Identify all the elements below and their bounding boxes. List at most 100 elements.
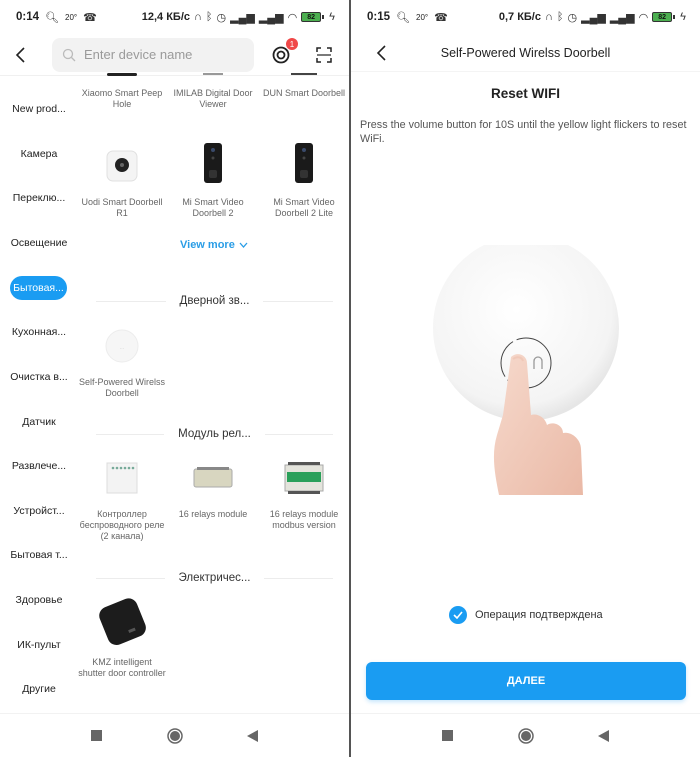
device-item[interactable]: IMILAB Digital Door Viewer (169, 67, 257, 110)
device-name: Контроллер беспроводного реле (2 канала) (79, 509, 165, 541)
search-icon (62, 48, 76, 61)
device-image (94, 595, 150, 651)
section-header: Модуль рел... (96, 426, 334, 442)
section-title: Дверной зв... (179, 295, 250, 307)
circle-icon (517, 727, 534, 744)
sidebar-item-appliances[interactable]: Бытовая т... (4, 543, 74, 567)
search-status-icon: 🔍︎ (396, 11, 410, 24)
recents-button[interactable] (88, 727, 106, 745)
bluetooth-icon: ᛒ (205, 11, 213, 23)
device-item[interactable]: Mi Smart Video Doorbell 2 (169, 137, 257, 219)
device-image (99, 455, 145, 501)
device-item[interactable]: ... Self-Powered Wirelss Doorbell (78, 323, 166, 399)
back-nav-button[interactable] (244, 727, 262, 745)
status-temperature: 20° (416, 12, 429, 22)
charging-icon: ϟ (680, 11, 686, 23)
reset-instructions: Press the volume button for 10S until th… (360, 119, 687, 145)
view-more-button[interactable]: View more (180, 239, 248, 251)
back-nav-button[interactable] (595, 727, 613, 745)
sidebar-item-lighting[interactable]: Освещение (4, 231, 74, 255)
status-bar: 0:14 🔍︎ 20° ☎ 12,4 КБ/с ∩ ᛒ ◷ ▂▄▆ ▂▄▆ ◠ … (0, 0, 349, 34)
status-temperature: 20° (65, 12, 78, 22)
triangle-back-icon (247, 729, 258, 742)
chevron-down-icon (239, 242, 248, 248)
operation-confirmed-checkbox[interactable]: Операция подтверждена (449, 606, 603, 624)
sidebar-item-devices[interactable]: Устройст... (4, 499, 74, 523)
bluetooth-icon: ᛒ (556, 11, 564, 23)
confirm-label: Операция подтверждена (475, 609, 603, 621)
device-name: IMILAB Digital Door Viewer (173, 88, 253, 109)
device-name: Xiaomo Smart Peep Hole (81, 88, 163, 109)
sidebar-item-ir-remote[interactable]: ИК-пульт (4, 633, 74, 657)
wifi-calling-icon: ☎ (434, 11, 448, 24)
sidebar-item-new-products[interactable]: New prod... (4, 97, 74, 121)
check-circle-icon (449, 606, 467, 624)
doorbell-illustration (433, 245, 619, 495)
device-image (99, 143, 145, 189)
device-image (281, 137, 327, 189)
sidebar-item-camera[interactable]: Камера (4, 142, 74, 166)
system-nav-bar (0, 713, 349, 757)
status-bar: 0:15 🔍︎ 20° ☎ 0,7 КБ/с ∩ ᛒ ◷ ▂▄▆ ▂▄▆ ◠ 8… (351, 0, 700, 34)
section-header: Дверной зв... (96, 293, 333, 309)
next-button[interactable]: ДАЛЕЕ (366, 662, 686, 700)
alarm-icon: ◷ (216, 11, 227, 24)
device-name: Self-Powered Wirelss Doorbell (78, 377, 166, 398)
circle-icon (166, 727, 183, 744)
wifi-icon: ◠ (638, 11, 649, 24)
wifi-icon: ◠ (287, 11, 298, 24)
sidebar-item-air-purification[interactable]: Очистка в... (4, 365, 74, 389)
category-sidebar: New prod... Камера Переклю... Освещение … (0, 77, 78, 713)
chevron-left-icon (376, 44, 386, 61)
reset-wifi-heading: Reset WIFI (490, 86, 560, 101)
scan-button[interactable] (312, 43, 336, 67)
signal-icon-2: ▂▄▆ (609, 11, 635, 24)
device-item[interactable]: Xiaomo Smart Peep Hole (78, 67, 166, 110)
sidebar-item-switches[interactable]: Переклю... (4, 186, 74, 210)
device-item[interactable]: Mi Smart Video Doorbell 2 Lite (260, 137, 348, 219)
square-icon (442, 730, 453, 741)
device-name: KMZ intelligent shutter door controller (78, 657, 166, 678)
search-status-icon: 🔍︎ (45, 11, 59, 24)
scan-icon (316, 47, 332, 63)
device-item[interactable]: DUN Smart Doorbell (260, 67, 348, 99)
view-more-label: View more (180, 239, 235, 251)
battery-icon: 82 (301, 12, 325, 22)
search-input[interactable] (84, 47, 244, 62)
device-item[interactable]: 16 relays module modbus version (260, 455, 348, 531)
device-image (190, 455, 236, 501)
sidebar-item-kitchen[interactable]: Кухонная... (4, 320, 74, 344)
notification-button[interactable]: 1 (269, 38, 298, 67)
device-item[interactable]: 16 relays module (169, 455, 257, 520)
recents-button[interactable] (439, 727, 457, 745)
back-button[interactable] (0, 34, 42, 76)
device-item[interactable]: Контроллер беспроводного реле (2 канала) (78, 455, 166, 542)
section-title: Электричес... (178, 572, 251, 584)
device-item[interactable]: KMZ intelligent shutter door controller (78, 595, 166, 679)
sidebar-item-other[interactable]: Другие (4, 677, 74, 701)
device-image: ... (99, 323, 145, 369)
device-image (190, 137, 236, 189)
status-time: 0:14 (16, 11, 40, 23)
device-name: 16 relays module (178, 509, 248, 519)
chevron-left-icon (15, 46, 25, 63)
svg-text:...: ... (120, 345, 124, 351)
device-image (291, 73, 317, 75)
section-title: Модуль рел... (178, 428, 251, 440)
back-button[interactable] (361, 32, 403, 74)
sidebar-item-sensor[interactable]: Датчик (4, 410, 74, 434)
sidebar-item-household-active[interactable]: Бытовая... (10, 276, 67, 300)
sidebar-item-health[interactable]: Здоровье (4, 588, 74, 612)
sidebar-item-entertainment[interactable]: Развлече... (4, 454, 74, 478)
device-name: Uodi Smart Doorbell R1 (81, 197, 163, 218)
device-name: DUN Smart Doorbell (262, 88, 346, 98)
device-name: Mi Smart Video Doorbell 2 Lite (273, 197, 335, 218)
home-button[interactable] (517, 727, 535, 745)
signal-icon: ▂▄▆ (581, 11, 606, 24)
home-button[interactable] (166, 727, 184, 745)
phone-icon: ☎ (83, 11, 97, 24)
device-item[interactable]: Uodi Smart Doorbell R1 (78, 143, 166, 219)
signal-icon-2: ▂▄▆ (258, 11, 284, 24)
battery-icon: 82 (652, 12, 676, 22)
triangle-back-icon (598, 729, 609, 742)
